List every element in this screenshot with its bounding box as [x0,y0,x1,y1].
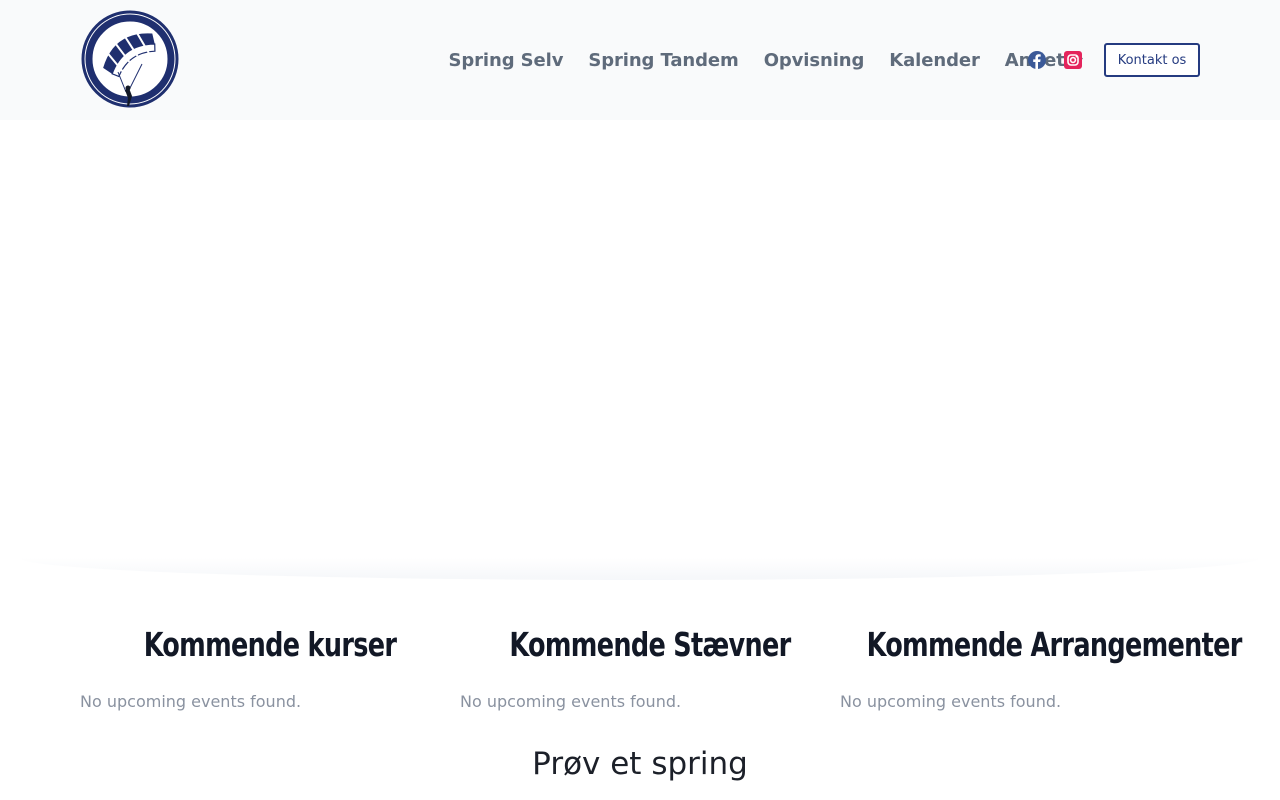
social-links [1028,0,1082,120]
facebook-link[interactable] [1028,51,1046,69]
contact-button[interactable]: Kontakt os [1104,43,1200,77]
empty-events-message: No upcoming events found. [460,692,682,711]
column-heading: Kommende Stævner [509,625,791,664]
site-logo[interactable] [80,8,180,112]
empty-events-message: No upcoming events found. [80,692,302,711]
column-heading: Kommende kurser [143,625,397,664]
nav-item-kalender[interactable]: Kalender [877,0,992,120]
hero-section [0,120,1280,580]
event-column-kurser: Kommende kurser No upcoming events found… [80,620,460,714]
try-section-title: Prøv et spring [532,746,748,782]
nav-item-spring-tandem[interactable]: Spring Tandem [576,0,751,120]
parachute-club-logo-icon [81,10,179,108]
events-section: Kommende kurser No upcoming events found… [80,620,1243,714]
nav-item-opvisning[interactable]: Opvisning [751,0,877,120]
nav-item-spring-selv[interactable]: Spring Selv [436,0,576,120]
event-column-staevner: Kommende Stævner No upcoming events foun… [460,620,840,714]
instagram-icon [1064,51,1082,69]
empty-events-message: No upcoming events found. [840,692,1062,711]
event-column-arrangementer: Kommende Arrangementer No upcoming event… [840,620,1243,714]
facebook-icon [1028,51,1046,69]
hero-bottom-shadow [20,558,1260,580]
column-heading: Kommende Arrangementer [866,625,1243,664]
site-header: Spring Selv Spring Tandem Opvisning Kale… [0,0,1280,120]
main-navigation: Spring Selv Spring Tandem Opvisning Kale… [436,0,1097,120]
instagram-link[interactable] [1064,51,1082,69]
